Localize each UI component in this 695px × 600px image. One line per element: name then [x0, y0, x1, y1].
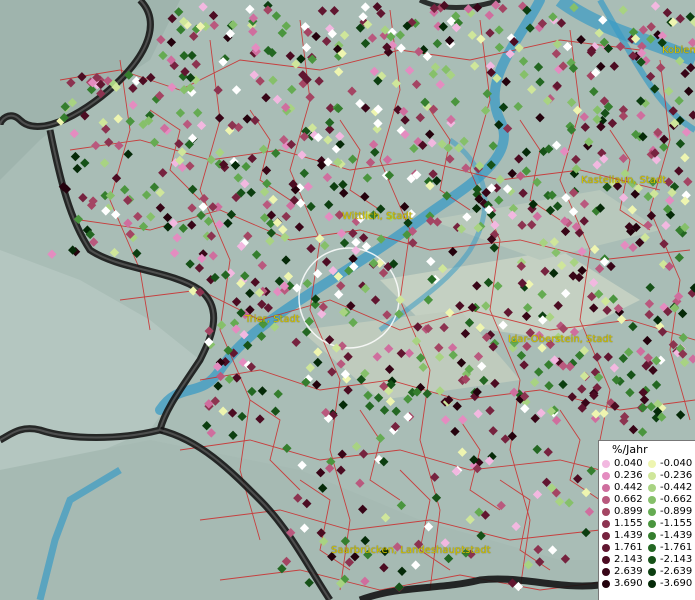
legend-item: 2.143	[602, 554, 643, 566]
legend-value: -2.143	[660, 554, 693, 565]
legend-value: 0.040	[614, 458, 643, 469]
legend-item: 0.899	[602, 506, 643, 518]
legend-value: 1.439	[614, 530, 643, 541]
town-label-trier: Trier, Stadt	[245, 314, 300, 325]
legend-swatch	[648, 520, 656, 528]
legend-swatch	[648, 580, 656, 588]
legend-swatch	[602, 556, 610, 564]
legend-negative-column: -0.040 -0.236 -0.442 -0.662 -0.899 -1.155 -1.4…	[648, 458, 692, 590]
legend-item: -0.442	[648, 482, 692, 494]
legend-swatch	[602, 496, 610, 504]
legend-swatch	[648, 568, 656, 576]
legend-item: 0.040	[602, 458, 643, 470]
legend-value: -1.155	[660, 518, 693, 529]
town-label-idar-oberstein: Idar-Oberstein, Stadt	[508, 334, 613, 345]
town-label-kastellaun: Kastellaun, Stadt	[581, 175, 667, 186]
legend-item: -2.143	[648, 554, 692, 566]
legend-item: -3.690	[648, 578, 692, 590]
legend-value: 2.639	[614, 566, 643, 577]
town-label-koblenz: Koblen	[662, 45, 695, 56]
legend-swatch	[648, 484, 656, 492]
legend-swatch	[602, 544, 610, 552]
legend-swatch	[602, 460, 610, 468]
legend-value: 1.155	[614, 518, 643, 529]
legend-swatch	[602, 484, 610, 492]
legend-value: 3.690	[614, 578, 643, 589]
legend-value: -1.439	[660, 530, 693, 541]
legend-value: 0.442	[614, 482, 643, 493]
legend-swatch	[648, 556, 656, 564]
legend-value: -0.236	[660, 470, 693, 481]
legend-title: %/Jahr	[612, 443, 648, 456]
legend-item: 1.155	[602, 518, 643, 530]
terrain-base	[0, 0, 695, 600]
legend-value: 0.899	[614, 506, 643, 517]
legend-swatch	[602, 508, 610, 516]
legend-value: 2.143	[614, 554, 643, 565]
legend-swatch	[602, 580, 610, 588]
legend-value: 0.236	[614, 470, 643, 481]
legend: %/Jahr 0.040 0.236 0.442 0.662 0.899 1.155 1.4…	[598, 440, 695, 600]
legend-swatch	[648, 496, 656, 504]
legend-item: 1.761	[602, 542, 643, 554]
legend-value: -0.662	[660, 494, 693, 505]
legend-item: -0.040	[648, 458, 692, 470]
legend-value: -1.761	[660, 542, 693, 553]
legend-item: -1.439	[648, 530, 692, 542]
legend-value: -0.899	[660, 506, 693, 517]
legend-item: -0.899	[648, 506, 692, 518]
legend-swatch	[602, 520, 610, 528]
legend-value: 0.662	[614, 494, 643, 505]
legend-swatch	[648, 460, 656, 468]
legend-item: 0.662	[602, 494, 643, 506]
legend-item: -2.639	[648, 566, 692, 578]
legend-swatch	[602, 472, 610, 480]
legend-swatch	[648, 472, 656, 480]
legend-swatch	[648, 508, 656, 516]
town-label-wittlich: Wittlich, Stadt	[342, 211, 413, 222]
legend-swatch	[648, 532, 656, 540]
legend-item: -0.662	[648, 494, 692, 506]
legend-value: -3.690	[660, 578, 693, 589]
legend-value: -0.442	[660, 482, 693, 493]
legend-item: 0.442	[602, 482, 643, 494]
legend-swatch	[602, 568, 610, 576]
map-view[interactable]: Koblen Kastellaun, Stadt Wittlich, Stadt…	[0, 0, 695, 600]
legend-value: 1.761	[614, 542, 643, 553]
legend-swatch	[648, 544, 656, 552]
legend-positive-column: 0.040 0.236 0.442 0.662 0.899 1.155 1.439 1.761…	[602, 458, 643, 590]
town-label-saarbruecken: Saarbrücken, Landeshauptstadt	[331, 545, 491, 556]
legend-item: 1.439	[602, 530, 643, 542]
legend-item: -0.236	[648, 470, 692, 482]
legend-item: 2.639	[602, 566, 643, 578]
legend-value: -2.639	[660, 566, 693, 577]
legend-item: 0.236	[602, 470, 643, 482]
legend-item: 3.690	[602, 578, 643, 590]
legend-item: -1.155	[648, 518, 692, 530]
legend-swatch	[602, 532, 610, 540]
legend-item: -1.761	[648, 542, 692, 554]
legend-value: -0.040	[660, 458, 693, 469]
